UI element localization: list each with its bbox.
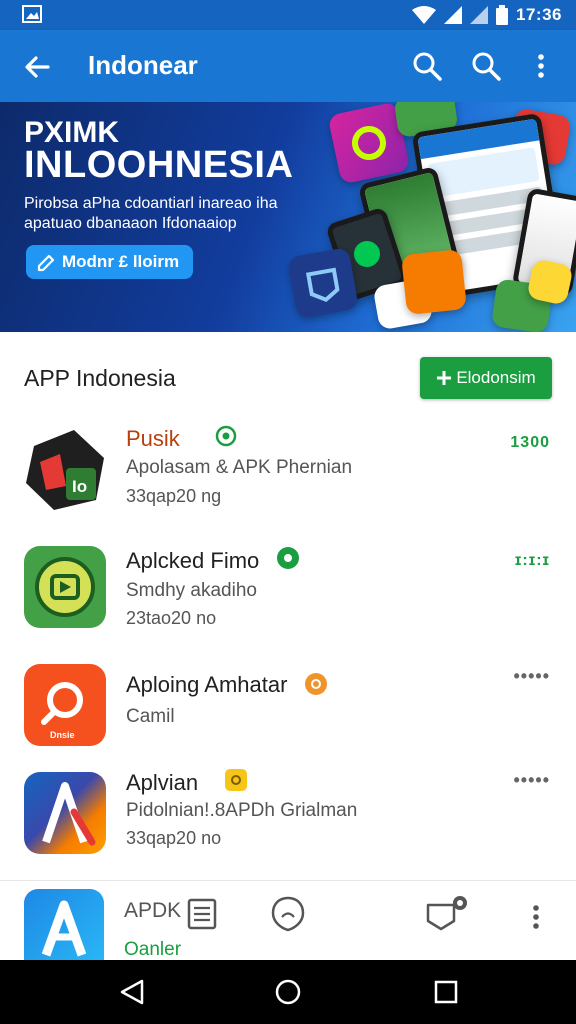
- app-meta-line: 23tao20 no: [126, 608, 217, 628]
- app-meta-line: 33qap20 no: [126, 828, 222, 848]
- app-name: Aplvian: [126, 770, 199, 795]
- overflow-menu-icon[interactable]: [525, 50, 557, 82]
- svg-text:Io: Io: [72, 477, 87, 496]
- app-stat: ɪ:ɪ:ɪ: [514, 552, 550, 569]
- app-icon-apdk[interactable]: [24, 889, 104, 961]
- app-more-icon[interactable]: •••••: [513, 666, 550, 687]
- plus-icon: [437, 371, 452, 385]
- yellow-badge-icon: [225, 769, 247, 791]
- app-icon-aplcked: [24, 546, 106, 628]
- app-subtitle: Smdhy akadiho: [126, 580, 257, 601]
- page-title: Indonear: [88, 50, 198, 80]
- svg-text:Dnsie: Dnsie: [50, 730, 75, 740]
- search-icon-2[interactable]: [470, 50, 502, 82]
- battery-icon: [496, 5, 509, 25]
- document-icon[interactable]: [186, 897, 218, 931]
- list-item[interactable]: Io Pusik Apolasam & APK Phernian 33qap20…: [0, 412, 576, 524]
- status-icons: 17:36: [412, 4, 562, 26]
- orange-badge-icon: [305, 673, 327, 695]
- list-item[interactable]: Aplcked Fimo Smdhy akadiho 23tao20 no ɪ:…: [0, 530, 576, 642]
- add-button[interactable]: Elodonsim: [420, 357, 552, 399]
- signal-icon: [444, 6, 463, 24]
- list-item[interactable]: Dnsie Aploing Amhatar Camil •••••: [0, 648, 576, 760]
- banner-subtitle-line1: Pirobsa aPha cdoantiarl inareao iha: [24, 195, 278, 212]
- app-meta-line: 33qap20 ng: [126, 486, 222, 506]
- shield-chat-icon[interactable]: [270, 895, 306, 933]
- banner-cta-button[interactable]: Modnr £ lloirm: [26, 245, 193, 279]
- verified-badge-icon: [215, 425, 237, 447]
- app-name: Aploing Amhatar: [126, 672, 288, 697]
- section-header: APP Indonesia Elodonsim: [0, 332, 576, 412]
- banner-subtitle-line2: apatuao dbanaaon Ifdonaaiop: [24, 215, 237, 232]
- bottom-owner-label: Oanler: [124, 939, 182, 960]
- app-subtitle: Camil: [126, 706, 175, 727]
- overflow-menu-icon-bottom[interactable]: [522, 903, 550, 933]
- wifi-icon: [412, 6, 437, 24]
- app-tile-blue: [287, 247, 359, 319]
- app-tile-orange: [401, 249, 467, 315]
- signal-icon-2: [470, 6, 489, 24]
- bottom-bar: APDK Oanler: [0, 880, 576, 961]
- nav-recents-icon[interactable]: [432, 978, 460, 1006]
- screenshot-notification-icon: [22, 5, 42, 23]
- app-more-icon[interactable]: •••••: [513, 770, 550, 791]
- app-icon-aplvian: [24, 772, 106, 854]
- status-time: 17:36: [516, 5, 562, 24]
- status-bar: 17:36: [0, 0, 576, 30]
- notifications-icon[interactable]: [424, 893, 470, 933]
- app-icon-pusik: Io: [24, 428, 106, 510]
- nav-home-icon[interactable]: [274, 978, 302, 1006]
- app-icon-aploing: Dnsie: [24, 664, 106, 746]
- banner-title-line2: INLOOHNESIA: [24, 144, 294, 186]
- pencil-icon: [37, 254, 55, 272]
- banner-subtitle: Pirobsa aPha cdoantiarl inareao iha apat…: [24, 194, 324, 234]
- app-name: Pusik: [126, 426, 180, 451]
- list-item[interactable]: Aplvian Pidolnian!.8APDh Grialman 33qap2…: [0, 756, 576, 868]
- back-arrow-icon[interactable]: [22, 52, 52, 82]
- verified-badge-icon: [277, 547, 299, 569]
- app-bar: Indonear: [0, 30, 576, 102]
- app-subtitle: Pidolnian!.8APDh Grialman: [126, 800, 358, 821]
- nav-back-icon[interactable]: [118, 978, 146, 1006]
- app-subtitle: Apolasam & APK Phernian: [126, 457, 353, 478]
- section-title: APP Indonesia: [24, 365, 176, 391]
- search-icon[interactable]: [411, 50, 443, 82]
- promo-banner[interactable]: PXIMK INLOOHNESIA Pirobsa aPha cdoantiar…: [0, 102, 576, 332]
- add-button-label: Elodonsim: [456, 368, 536, 387]
- bottom-app-label: APDK: [124, 899, 182, 922]
- app-name: Aplcked Fimo: [126, 548, 260, 573]
- banner-cta-label: Modnr £ lloirm: [62, 252, 180, 271]
- app-stat: 1300: [510, 434, 550, 451]
- system-nav-bar: [0, 960, 576, 1024]
